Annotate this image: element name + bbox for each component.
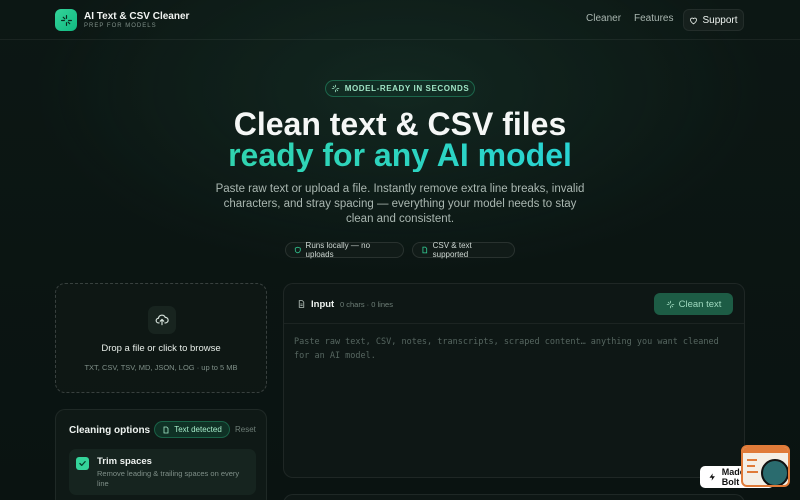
- support-label: Support: [702, 14, 738, 26]
- trim-spaces-checkbox[interactable]: [76, 457, 89, 470]
- bolt-icon: [709, 473, 715, 481]
- sparkle-icon: [60, 14, 72, 26]
- hero-badge: MODEL-READY IN SECONDS: [325, 80, 475, 97]
- feature-pill-label: Runs locally — no uploads: [305, 241, 371, 259]
- app-logo[interactable]: [55, 9, 77, 31]
- detected-badge: Text detected: [154, 421, 230, 438]
- support-button[interactable]: Support: [683, 9, 744, 31]
- clean-text-label: Clean text: [678, 298, 722, 310]
- feature-pill-label: CSV & text supported: [432, 241, 472, 259]
- options-title: Cleaning options: [69, 425, 151, 436]
- reset-button[interactable]: Reset: [235, 425, 256, 434]
- sparkle-icon: [331, 84, 339, 93]
- hero-title-accent: ready for any AI model: [0, 138, 800, 172]
- app-name: AI Text & CSV Cleaner: [84, 11, 190, 22]
- text-input-area[interactable]: [294, 335, 739, 455]
- dropzone-subtitle: TXT, CSV, TSV, MD, JSON, LOG · up to 5 M…: [84, 363, 238, 372]
- top-bar: AI Text & CSV Cleaner PREP FOR MODELS Cl…: [0, 0, 800, 40]
- dropzone-title: Drop a file or click to browse: [101, 343, 221, 354]
- file-icon: [422, 246, 428, 254]
- output-panel-edge: [283, 494, 745, 500]
- input-panel: Input 0 chars · 0 lines Clean text: [283, 283, 745, 478]
- nav-link-features[interactable]: Features: [634, 13, 673, 24]
- check-icon: [79, 460, 86, 467]
- clean-text-button[interactable]: Clean text: [654, 293, 733, 315]
- feature-pill-local: Runs locally — no uploads: [285, 241, 404, 259]
- assistant-avatar[interactable]: [741, 445, 790, 487]
- hero-badge-label: MODEL-READY IN SECONDS: [344, 84, 470, 93]
- hero-description: Paste raw text or upload a file. Instant…: [215, 183, 585, 225]
- upload-cloud-icon: [155, 314, 169, 326]
- input-char-count: 0 chars · 0 lines: [340, 300, 393, 309]
- cleaning-options-panel: Cleaning options Text detected Reset Tri…: [55, 409, 267, 500]
- option-description: Remove leading & trailing spaces on ever…: [97, 469, 240, 488]
- hero-title: Clean text & CSV files: [233, 106, 567, 142]
- file-dropzone[interactable]: Drop a file or click to browse TXT, CSV,…: [55, 283, 267, 393]
- input-title: Input: [311, 299, 335, 310]
- nav-link-cleaner[interactable]: Cleaner: [586, 13, 621, 24]
- upload-icon-box: [148, 306, 176, 334]
- option-name: Trim spaces: [97, 456, 152, 467]
- sparkle-icon: [666, 300, 674, 308]
- file-icon: [163, 426, 169, 433]
- input-header: Input 0 chars · 0 lines Clean text: [284, 284, 744, 324]
- heart-icon: [690, 17, 698, 24]
- app-tagline: PREP FOR MODELS: [84, 23, 157, 29]
- option-trim-spaces[interactable]: Trim spaces Remove leading & trailing sp…: [69, 449, 256, 495]
- shield-icon: [294, 246, 301, 254]
- feature-pill-csv: CSV & text supported: [412, 241, 515, 259]
- detected-label: Text detected: [174, 425, 222, 434]
- avatar-face: [761, 459, 788, 485]
- document-icon: [298, 300, 305, 308]
